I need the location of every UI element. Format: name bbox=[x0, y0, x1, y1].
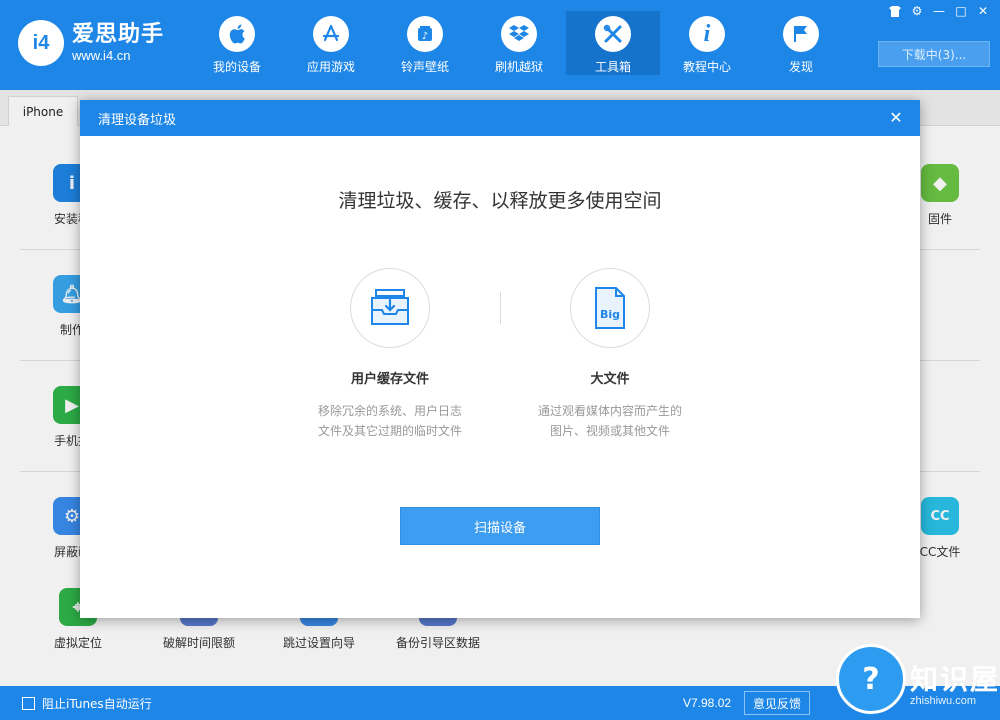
top-header: i4 爱思助手 www.i4.cn 我的设备 应用游戏 ♪ 铃声壁纸 刷机越狱 … bbox=[0, 0, 1000, 90]
nav-my-device[interactable]: 我的设备 bbox=[190, 11, 284, 75]
version-label: V7.98.02 bbox=[683, 696, 732, 710]
downloads-button[interactable]: 下载中(3)... bbox=[878, 41, 990, 67]
nav-label: 教程中心 bbox=[682, 60, 731, 74]
nav-toolbox[interactable]: 工具箱 bbox=[566, 11, 660, 75]
option-title: 大文件 bbox=[590, 372, 630, 387]
close-window-icon[interactable]: ✕ bbox=[972, 2, 994, 20]
flag-icon bbox=[783, 16, 819, 52]
minimize-icon[interactable]: — bbox=[928, 2, 950, 20]
app-store-icon bbox=[313, 16, 349, 52]
app-name: 爱思助手 bbox=[72, 22, 165, 47]
clean-device-dialog: 清理设备垃圾 ✕ 清理垃圾、缓存、以释放更多使用空间 用户缓存文件 移除冗余的系… bbox=[80, 100, 920, 618]
scan-device-button[interactable]: 扫描设备 bbox=[400, 507, 600, 545]
dropbox-icon bbox=[501, 16, 537, 52]
svg-text:Big: Big bbox=[600, 308, 620, 321]
apple-icon bbox=[219, 16, 255, 52]
info-icon: i bbox=[689, 16, 725, 52]
watermark: ? 知识屋 zhishiwu.com bbox=[835, 644, 1000, 714]
question-icon: ? bbox=[835, 644, 906, 714]
nav-label: 应用游戏 bbox=[306, 60, 355, 74]
close-icon[interactable]: ✕ bbox=[884, 105, 908, 129]
nav-discover[interactable]: 发现 bbox=[754, 11, 848, 75]
big-file-icon: Big bbox=[570, 268, 650, 348]
music-icon: ♪ bbox=[407, 16, 443, 52]
skin-icon[interactable] bbox=[884, 2, 906, 20]
option-description: 移除冗余的系统、用户日志 文件及其它过期的临时文件 bbox=[317, 404, 462, 438]
nav-label: 工具箱 bbox=[594, 60, 631, 74]
nav-tutorials[interactable]: i 教程中心 bbox=[660, 11, 754, 75]
option-divider bbox=[500, 292, 501, 324]
nav-apps-games[interactable]: 应用游戏 bbox=[284, 11, 378, 75]
main-nav: 我的设备 应用游戏 ♪ 铃声壁纸 刷机越狱 工具箱 i 教程中心 发现 bbox=[190, 11, 848, 75]
option-user-cache[interactable]: 用户缓存文件 移除冗余的系统、用户日志 文件及其它过期的临时文件 bbox=[290, 268, 490, 441]
app-logo: i4 爱思助手 www.i4.cn bbox=[18, 20, 164, 66]
watermark-name: 知识屋 bbox=[909, 663, 1000, 696]
app-url: www.i4.cn bbox=[72, 48, 131, 63]
window-controls: ⚙ — □ ✕ bbox=[884, 2, 994, 20]
settings-icon[interactable]: ⚙ bbox=[906, 2, 928, 20]
feedback-button[interactable]: 意见反馈 bbox=[744, 691, 810, 715]
tools-icon bbox=[595, 16, 631, 52]
cache-files-icon bbox=[350, 268, 430, 348]
nav-flash-jailbreak[interactable]: 刷机越狱 bbox=[472, 11, 566, 75]
nav-label: 发现 bbox=[788, 60, 813, 74]
option-description: 通过观看媒体内容而产生的 图片、视频或其他文件 bbox=[537, 404, 682, 438]
checkbox-icon[interactable] bbox=[22, 697, 35, 710]
dialog-title: 清理设备垃圾 bbox=[98, 112, 177, 128]
block-itunes-checkbox[interactable]: 阻止iTunes自动运行 bbox=[22, 695, 152, 712]
dialog-header: 清理设备垃圾 ✕ bbox=[80, 100, 920, 136]
nav-label: 刷机越狱 bbox=[494, 60, 543, 74]
nav-label: 铃声壁纸 bbox=[400, 60, 449, 74]
nav-label: 我的设备 bbox=[212, 60, 261, 74]
option-large-files[interactable]: Big 大文件 通过观看媒体内容而产生的 图片、视频或其他文件 bbox=[510, 268, 710, 441]
maximize-icon[interactable]: □ bbox=[950, 2, 972, 20]
nav-ringtones[interactable]: ♪ 铃声壁纸 bbox=[378, 11, 472, 75]
svg-text:♪: ♪ bbox=[422, 31, 428, 42]
option-title: 用户缓存文件 bbox=[350, 372, 429, 387]
status-bar: 阻止iTunes自动运行 V7.98.02 意见反馈 ? 知识屋 zhishiw… bbox=[0, 644, 1000, 720]
watermark-url: zhishiwu.com bbox=[909, 695, 977, 707]
checkbox-label: 阻止iTunes自动运行 bbox=[42, 697, 152, 711]
i4-logo-icon: i4 bbox=[18, 20, 64, 66]
dialog-heading: 清理垃圾、缓存、以释放更多使用空间 bbox=[338, 190, 662, 212]
